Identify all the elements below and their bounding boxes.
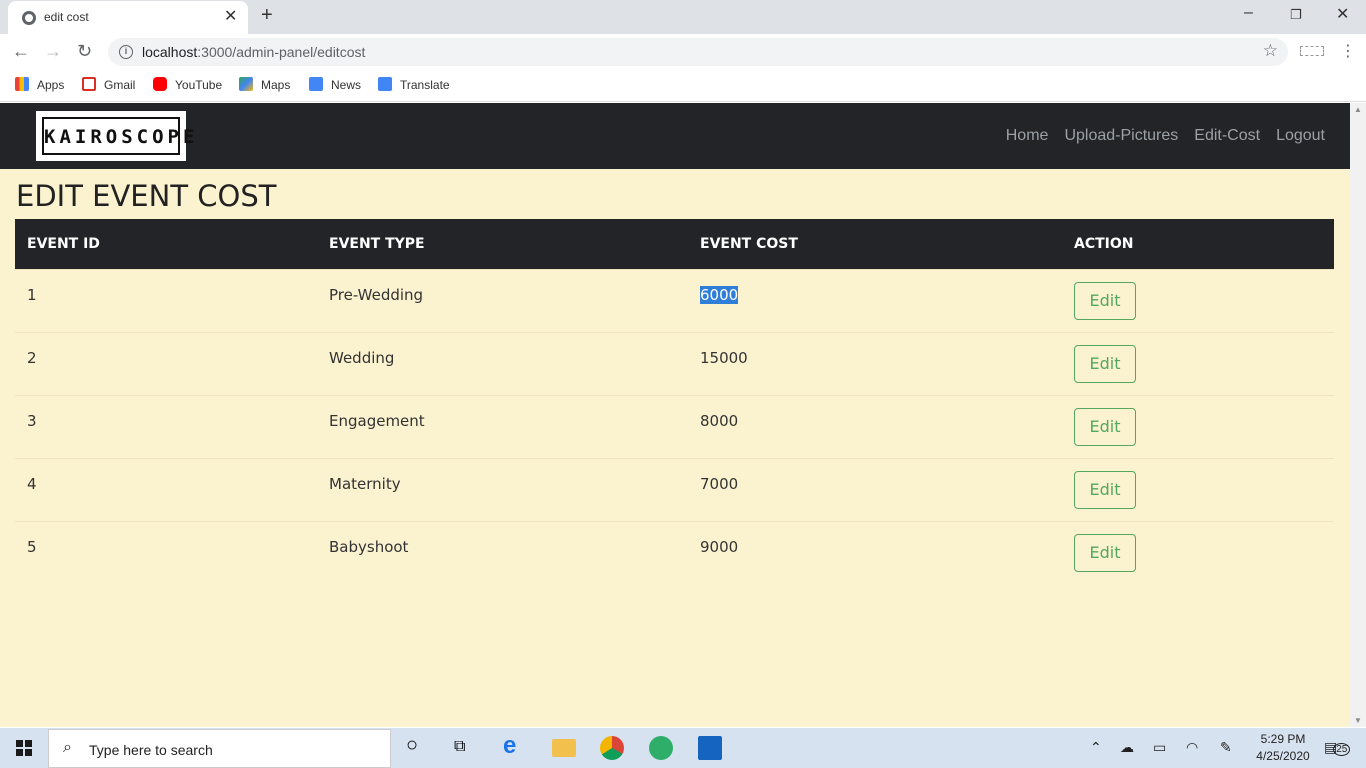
chevron-up-icon[interactable]: ⌃ xyxy=(1090,739,1102,756)
forward-icon[interactable]: → xyxy=(44,41,62,62)
restore-icon[interactable]: ❐ xyxy=(1290,7,1302,23)
nav-logout[interactable]: Logout xyxy=(1276,127,1325,144)
table-row: 4 Maternity 7000 Edit xyxy=(15,458,1334,521)
edit-button[interactable]: Edit xyxy=(1074,407,1136,446)
nav-edit-cost[interactable]: Edit-Cost xyxy=(1194,127,1260,144)
bookmark-gmail[interactable]: Gmail xyxy=(82,77,135,95)
bookmark-news[interactable]: News xyxy=(309,77,361,95)
page-content: KAIROSCOPE Home Upload-Pictures Edit-Cost L… xyxy=(0,103,1350,727)
minimize-icon[interactable]: – xyxy=(1244,4,1253,22)
event-cost-table: EVENT ID EVENT TYPE EVENT COST ACTION 1 … xyxy=(15,219,1334,584)
header-action: ACTION xyxy=(1074,235,1134,252)
notification-icon[interactable]: ▤25 xyxy=(1324,739,1351,756)
reload-icon[interactable]: ↻ xyxy=(77,41,92,62)
event-cost: 15000 xyxy=(700,348,748,367)
table-row: 2 Wedding 15000 Edit xyxy=(15,332,1334,395)
search-placeholder: Type here to search xyxy=(89,742,213,758)
site-logo[interactable]: KAIROSCOPE xyxy=(36,111,199,161)
new-tab-icon[interactable]: + xyxy=(261,4,273,27)
event-type: Wedding xyxy=(329,348,395,367)
event-cost: 9000 xyxy=(700,537,739,556)
event-cost: 8000 xyxy=(700,411,739,430)
header-event-id: EVENT ID xyxy=(27,235,100,252)
nav-upload-pictures[interactable]: Upload-Pictures xyxy=(1064,127,1178,144)
clock-date: 4/25/2020 xyxy=(1256,749,1310,763)
url-text[interactable]: localhost:3000/admin-panel/editcost xyxy=(142,44,365,60)
site-nav: Home Upload-Pictures Edit-Cost Logout xyxy=(990,127,1325,145)
globe-icon xyxy=(22,11,36,25)
scroll-down-icon[interactable]: ▼ xyxy=(1354,716,1362,725)
bookmark-apps[interactable]: Apps xyxy=(15,77,64,95)
cortana-icon[interactable]: ○ xyxy=(406,734,430,758)
taskbar-search[interactable]: ⌕ Type here to search xyxy=(48,729,391,768)
table-row: 5 Babyshoot 9000 Edit xyxy=(15,521,1334,584)
edit-button[interactable]: Edit xyxy=(1074,533,1136,572)
table-header-row: EVENT ID EVENT TYPE EVENT COST ACTION xyxy=(15,219,1334,269)
extension-icon[interactable] xyxy=(1300,46,1324,56)
gmail-icon xyxy=(82,77,96,91)
edit-button[interactable]: Edit xyxy=(1074,344,1136,383)
edit-button[interactable]: Edit xyxy=(1074,281,1136,320)
notification-count: 25 xyxy=(1333,743,1351,756)
chrome-icon[interactable] xyxy=(600,736,624,760)
windows-start-icon[interactable] xyxy=(16,740,32,756)
browser-tab[interactable]: edit cost ✕ xyxy=(8,1,248,34)
bookmark-maps[interactable]: Maps xyxy=(239,77,290,95)
event-type: Pre-Wedding xyxy=(329,285,424,304)
event-type: Maternity xyxy=(329,474,401,493)
bookmark-translate[interactable]: Translate xyxy=(378,77,450,95)
tab-title: edit cost xyxy=(44,10,89,24)
kebab-menu-icon[interactable]: ⋮ xyxy=(1340,41,1356,61)
youtube-icon xyxy=(153,77,167,91)
bookmark-youtube[interactable]: YouTube xyxy=(153,77,222,95)
search-icon: ⌕ xyxy=(63,739,72,756)
atom-icon[interactable] xyxy=(649,736,673,760)
address-bar[interactable]: i localhost:3000/admin-panel/editcost ☆ xyxy=(108,38,1288,66)
page-title: EDIT EVENT COST xyxy=(16,179,277,213)
event-id: 3 xyxy=(27,411,37,430)
table-row: 1 Pre-Wedding 6000 Edit xyxy=(15,269,1334,332)
bookmarks-bar: Apps Gmail YouTube Maps News Translate xyxy=(0,70,1366,102)
edit-button[interactable]: Edit xyxy=(1074,470,1136,509)
header-event-cost: EVENT COST xyxy=(700,235,798,252)
selected-cost-text: 6000 xyxy=(700,285,739,304)
event-id: 4 xyxy=(27,474,37,493)
edge-icon[interactable]: e xyxy=(503,732,527,759)
info-icon[interactable]: i xyxy=(119,45,133,59)
event-id: 2 xyxy=(27,348,37,367)
bookmark-star-icon[interactable]: ☆ xyxy=(1263,41,1278,61)
news-icon xyxy=(309,77,323,91)
photos-icon[interactable] xyxy=(698,736,722,760)
file-explorer-icon[interactable] xyxy=(552,739,576,757)
onedrive-icon[interactable]: ☁ xyxy=(1120,739,1134,756)
pen-icon[interactable]: ✎ xyxy=(1220,739,1232,756)
windows-taskbar: ⌕ Type here to search ○ ⧉ e ⌃ ☁ ▭ ◠ ✎ 5:… xyxy=(0,728,1366,768)
header-event-type: EVENT TYPE xyxy=(329,235,425,252)
event-type: Engagement xyxy=(329,411,425,430)
scroll-up-icon[interactable]: ▲ xyxy=(1354,105,1362,114)
logo-text: KAIROSCOPE xyxy=(44,126,199,148)
table-row: 3 Engagement 8000 Edit xyxy=(15,395,1334,458)
clock-time: 5:29 PM xyxy=(1260,732,1306,746)
close-window-icon[interactable]: ✕ xyxy=(1336,4,1349,24)
translate-icon xyxy=(378,77,392,91)
nav-home[interactable]: Home xyxy=(1006,127,1049,144)
event-type: Babyshoot xyxy=(329,537,409,556)
event-cost: 7000 xyxy=(700,474,739,493)
wifi-icon[interactable]: ◠ xyxy=(1186,739,1198,756)
browser-tabstrip: edit cost ✕ + – ❐ ✕ xyxy=(0,0,1366,34)
browser-toolbar: ← → ↻ i localhost:3000/admin-panel/editc… xyxy=(0,34,1366,70)
event-cost: 6000 xyxy=(688,269,1062,332)
event-id: 1 xyxy=(27,285,37,304)
apps-grid-icon xyxy=(15,77,29,91)
page-scrollbar[interactable]: ▲ ▼ xyxy=(1350,103,1366,727)
task-view-icon[interactable]: ⧉ xyxy=(454,738,478,762)
site-navbar: KAIROSCOPE Home Upload-Pictures Edit-Cost L… xyxy=(0,103,1350,169)
back-icon[interactable]: ← xyxy=(12,41,30,62)
maps-icon xyxy=(239,77,253,91)
close-tab-icon[interactable]: ✕ xyxy=(224,6,237,26)
event-id: 5 xyxy=(27,537,37,556)
system-clock[interactable]: 5:29 PM 4/25/2020 xyxy=(1252,731,1314,765)
battery-icon[interactable]: ▭ xyxy=(1153,739,1166,756)
